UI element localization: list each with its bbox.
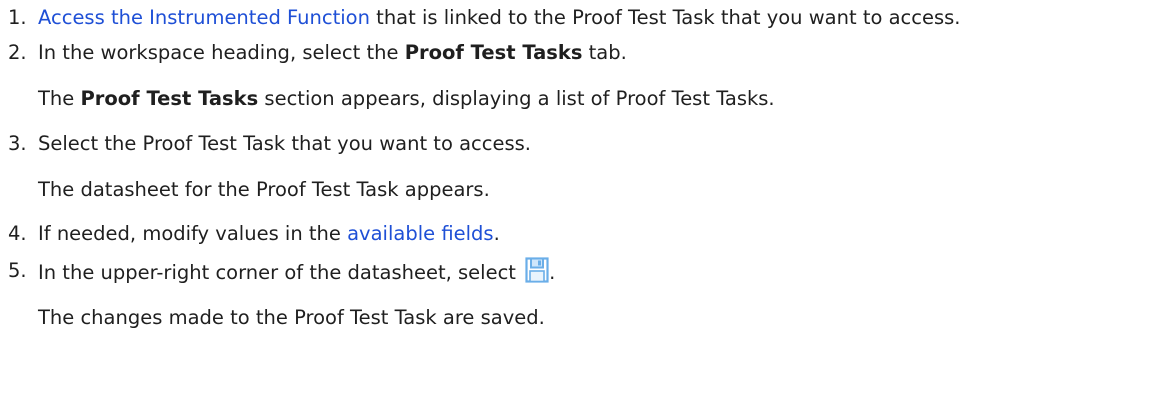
step-result: The changes made to the Proof Test Task … xyxy=(38,306,545,329)
step-4: 4. If needed, modify values in the avail… xyxy=(0,220,1151,248)
step-instruction: Select the Proof Test Task that you want… xyxy=(38,132,531,155)
step-text: tab. xyxy=(582,41,627,64)
result-bold-text: Proof Test Tasks xyxy=(80,87,259,110)
step-text: In the upper-right corner of the datashe… xyxy=(38,261,523,284)
step-2: 2. In the workspace heading, select the … xyxy=(0,39,1151,113)
step-number: 5. xyxy=(8,259,27,282)
step-text: . xyxy=(493,222,500,245)
step-number: 3. xyxy=(8,132,27,155)
step-result: The Proof Test Tasks section appears, di… xyxy=(38,85,1151,113)
step-number: 2. xyxy=(8,41,27,64)
step-3: 3. Select the Proof Test Task that you w… xyxy=(0,130,1151,204)
step-bold-text: Proof Test Tasks xyxy=(404,41,583,64)
step-text: . xyxy=(549,261,556,284)
result-text: The xyxy=(38,87,81,110)
step-result: The datasheet for the Proof Test Task ap… xyxy=(38,178,490,201)
save-icon xyxy=(525,257,549,283)
step-number: 4. xyxy=(8,222,27,245)
step-text: In the workspace heading, select the xyxy=(38,41,405,64)
step-instruction: If needed, modify values in the availabl… xyxy=(38,220,1151,248)
step-number: 1. xyxy=(8,6,27,29)
step-instruction: Access the Instrumented Function that is… xyxy=(38,4,1151,32)
step-text: If needed, modify values in the xyxy=(38,222,348,245)
procedure-steps: 1. Access the Instrumented Function that… xyxy=(0,0,1151,329)
available-fields-link[interactable]: available fields xyxy=(347,222,493,245)
step-instruction: In the workspace heading, select the Pro… xyxy=(38,39,1151,67)
result-text: section appears, displaying a list of Pr… xyxy=(258,87,775,110)
step-5: 5. In the upper-right corner of the data… xyxy=(0,257,1151,332)
access-instrumented-function-link[interactable]: Access the Instrumented Function xyxy=(38,6,370,29)
step-1: 1. Access the Instrumented Function that… xyxy=(0,4,1151,32)
step-text: that is linked to the Proof Test Task th… xyxy=(369,6,961,29)
step-instruction: In the upper-right corner of the datashe… xyxy=(38,257,1151,287)
